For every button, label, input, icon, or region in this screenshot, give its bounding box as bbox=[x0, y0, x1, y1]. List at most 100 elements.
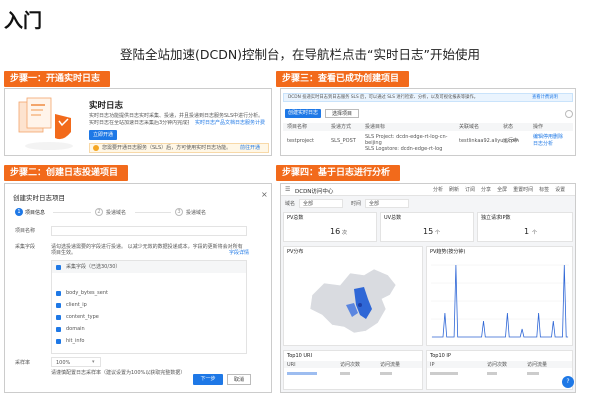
sampling-select[interactable]: 100% ▾ bbox=[51, 357, 101, 367]
wizard-step-2: 投递域名 bbox=[106, 210, 127, 216]
notice-text: 您需要开通日志服务（SLS）后，方可使用实时日志功能。 bbox=[102, 145, 232, 151]
toolbar-share[interactable]: 分享 bbox=[481, 187, 491, 193]
help-float-button[interactable]: ? bbox=[562, 376, 574, 388]
billing-link[interactable]: 查看计费说明 bbox=[532, 95, 558, 100]
billing-link[interactable]: 日志服务计费 bbox=[235, 120, 265, 126]
sampling-hint: 请谨慎配置日志采样率（建议设置为100%以获取完整数据） bbox=[51, 370, 186, 376]
row-project-name: testproject bbox=[287, 138, 314, 144]
trend-chart bbox=[431, 264, 569, 338]
delete-action[interactable]: 删除 bbox=[553, 134, 563, 140]
close-icon[interactable]: × bbox=[261, 190, 268, 199]
time-filter-value: 全部 bbox=[369, 201, 380, 207]
table-row bbox=[287, 372, 317, 375]
kpi-value: 16 bbox=[330, 227, 341, 236]
dialog-title: 创建实时日志项目 bbox=[13, 194, 65, 202]
project-name-input[interactable] bbox=[51, 226, 247, 236]
log-analysis-action[interactable]: 日志分析 bbox=[533, 141, 553, 147]
toolbar-subscribe[interactable]: 订阅 bbox=[465, 187, 475, 193]
feature-heading: 实时日志 bbox=[89, 101, 124, 111]
col-type: 投递方式 bbox=[331, 124, 352, 130]
field-option: content_type bbox=[66, 314, 99, 320]
cancel-button[interactable]: 取消 bbox=[227, 374, 251, 385]
step-indicator-2: 2 bbox=[95, 208, 103, 216]
kpi-card-pv: PV总数 16 次 bbox=[283, 212, 377, 242]
col-count: 访问次数 bbox=[487, 362, 508, 368]
field-option: client_ip bbox=[66, 302, 87, 308]
field-table-title: 采集字段（已选30/30） bbox=[66, 264, 121, 270]
select-label: 选择项目 bbox=[331, 111, 352, 117]
dashboard-title: DCDN访问中心 bbox=[295, 189, 334, 195]
toolbar-reset-time[interactable]: 重置时间 bbox=[513, 187, 533, 193]
chevron-down-icon: ▾ bbox=[92, 359, 95, 365]
page-title: 入门 bbox=[4, 10, 43, 32]
info-text: DCDN 投递实时日志到日志服务 SLS 后，可以通过 SLS 进行检索、分析，… bbox=[288, 95, 479, 100]
toolbar-fullscreen[interactable]: 全屏 bbox=[497, 187, 507, 193]
table-title: Top10 URI bbox=[287, 353, 312, 359]
project-select[interactable]: 选择项目 bbox=[325, 109, 359, 118]
field-option: domain bbox=[66, 326, 85, 332]
domain-filter-value: 全部 bbox=[303, 201, 314, 207]
pv-trend-card: PV趋势(按分钟) bbox=[426, 246, 573, 346]
field-details-link[interactable]: 字段详情 bbox=[229, 250, 249, 256]
col-count: 访问次数 bbox=[340, 362, 361, 368]
kpi-label: PV总数 bbox=[287, 215, 304, 221]
time-filter[interactable]: 全部 bbox=[365, 199, 409, 208]
page-subtitle: 登陆全站加速(DCDN)控制台，在导航栏点击“实时日志”开始使用 bbox=[119, 47, 481, 62]
domain-filter[interactable]: 全部 bbox=[299, 199, 343, 208]
row-target-2: SLS Logstore: dcdn-edge-rt-log bbox=[365, 146, 443, 152]
table-row bbox=[430, 372, 458, 375]
menu-icon[interactable]: ☰ bbox=[285, 186, 290, 193]
row-status: 运行中 bbox=[503, 138, 519, 144]
kpi-card-ip: 独立请求IP数 1 个 bbox=[477, 212, 573, 242]
product-doc-link[interactable]: 实时日志产品文档 bbox=[195, 120, 235, 126]
step-four-label: 步骤四：基于日志进行分析 bbox=[276, 165, 401, 181]
kpi-value: 15 bbox=[423, 227, 434, 236]
table-row bbox=[487, 372, 497, 375]
wizard-step-3: 投递域名 bbox=[186, 210, 207, 216]
analysis-dashboard: ☰ DCDN访问中心 分析 刷新 订阅 分享 全屏 重置时间 标签 设置 域名 … bbox=[280, 183, 576, 393]
project-name-label: 项目名称 bbox=[15, 228, 36, 234]
col-domain: 关联域名 bbox=[459, 124, 480, 130]
field-option: hit_info bbox=[66, 338, 85, 344]
disable-action[interactable]: 停用 bbox=[543, 134, 553, 140]
time-filter-label: 时间 bbox=[351, 201, 362, 207]
edit-action[interactable]: 编辑 bbox=[533, 134, 543, 140]
toolbar-analysis[interactable]: 分析 bbox=[433, 187, 443, 193]
sampling-label: 采样率 bbox=[15, 360, 31, 366]
refresh-icon[interactable] bbox=[565, 110, 573, 118]
col-traffic: 访问流量 bbox=[380, 362, 401, 368]
toolbar-settings[interactable]: 设置 bbox=[555, 187, 565, 193]
table-title: Top10 IP bbox=[430, 353, 451, 359]
toolbar-refresh[interactable]: 刷新 bbox=[449, 187, 459, 193]
trend-title: PV趋势(按分钟) bbox=[430, 249, 466, 255]
wizard-divider bbox=[135, 212, 171, 213]
enable-button[interactable]: 立即开通 bbox=[89, 130, 117, 140]
field-checkbox[interactable] bbox=[56, 327, 61, 332]
map-title: PV分布 bbox=[287, 249, 304, 255]
field-checkbox[interactable] bbox=[56, 339, 61, 344]
table-header bbox=[283, 123, 573, 131]
step-two-label: 步骤二：创建日志投递项目 bbox=[4, 165, 129, 181]
row-type: SLS_POST bbox=[331, 138, 356, 144]
field-checkbox[interactable] bbox=[56, 315, 61, 320]
field-table: 采集字段（已选30/30） body_bytes_sent client_ip … bbox=[51, 260, 247, 354]
projects-panel: DCDN 投递实时日志到日志服务 SLS 后，可以通过 SLS 进行检索、分析，… bbox=[280, 88, 576, 156]
next-button[interactable]: 下一步 bbox=[193, 374, 223, 385]
kpi-unit: 次 bbox=[342, 230, 348, 236]
notice-link[interactable]: 前往开通 bbox=[240, 145, 260, 151]
col-target: 投递目标 bbox=[365, 124, 386, 130]
field-option: body_bytes_sent bbox=[66, 290, 108, 296]
info-bar: DCDN 投递实时日志到日志服务 SLS 后，可以通过 SLS 进行检索、分析，… bbox=[283, 93, 573, 102]
illustration bbox=[17, 94, 77, 152]
field-checkbox[interactable] bbox=[56, 303, 61, 308]
col-project-name: 项目名称 bbox=[287, 124, 308, 130]
toolbar-tags[interactable]: 标签 bbox=[539, 187, 549, 193]
feature-desc-1: 实时日志功能提供日志实时采集、投递，并且投递到日志服务SLS中进行分析。 bbox=[89, 113, 264, 119]
step-three-label: 步骤三：查看已成功创建项目 bbox=[276, 71, 410, 87]
field-checkbox[interactable] bbox=[56, 291, 61, 296]
kpi-unit: 个 bbox=[532, 230, 538, 236]
select-all-checkbox[interactable] bbox=[56, 265, 61, 270]
create-log-button[interactable]: 创建实时日志 bbox=[285, 109, 321, 118]
toolbar-actions: 分析 刷新 订阅 分享 全屏 重置时间 标签 设置 bbox=[433, 187, 565, 193]
collect-fields-label: 采集字段 bbox=[15, 244, 36, 250]
